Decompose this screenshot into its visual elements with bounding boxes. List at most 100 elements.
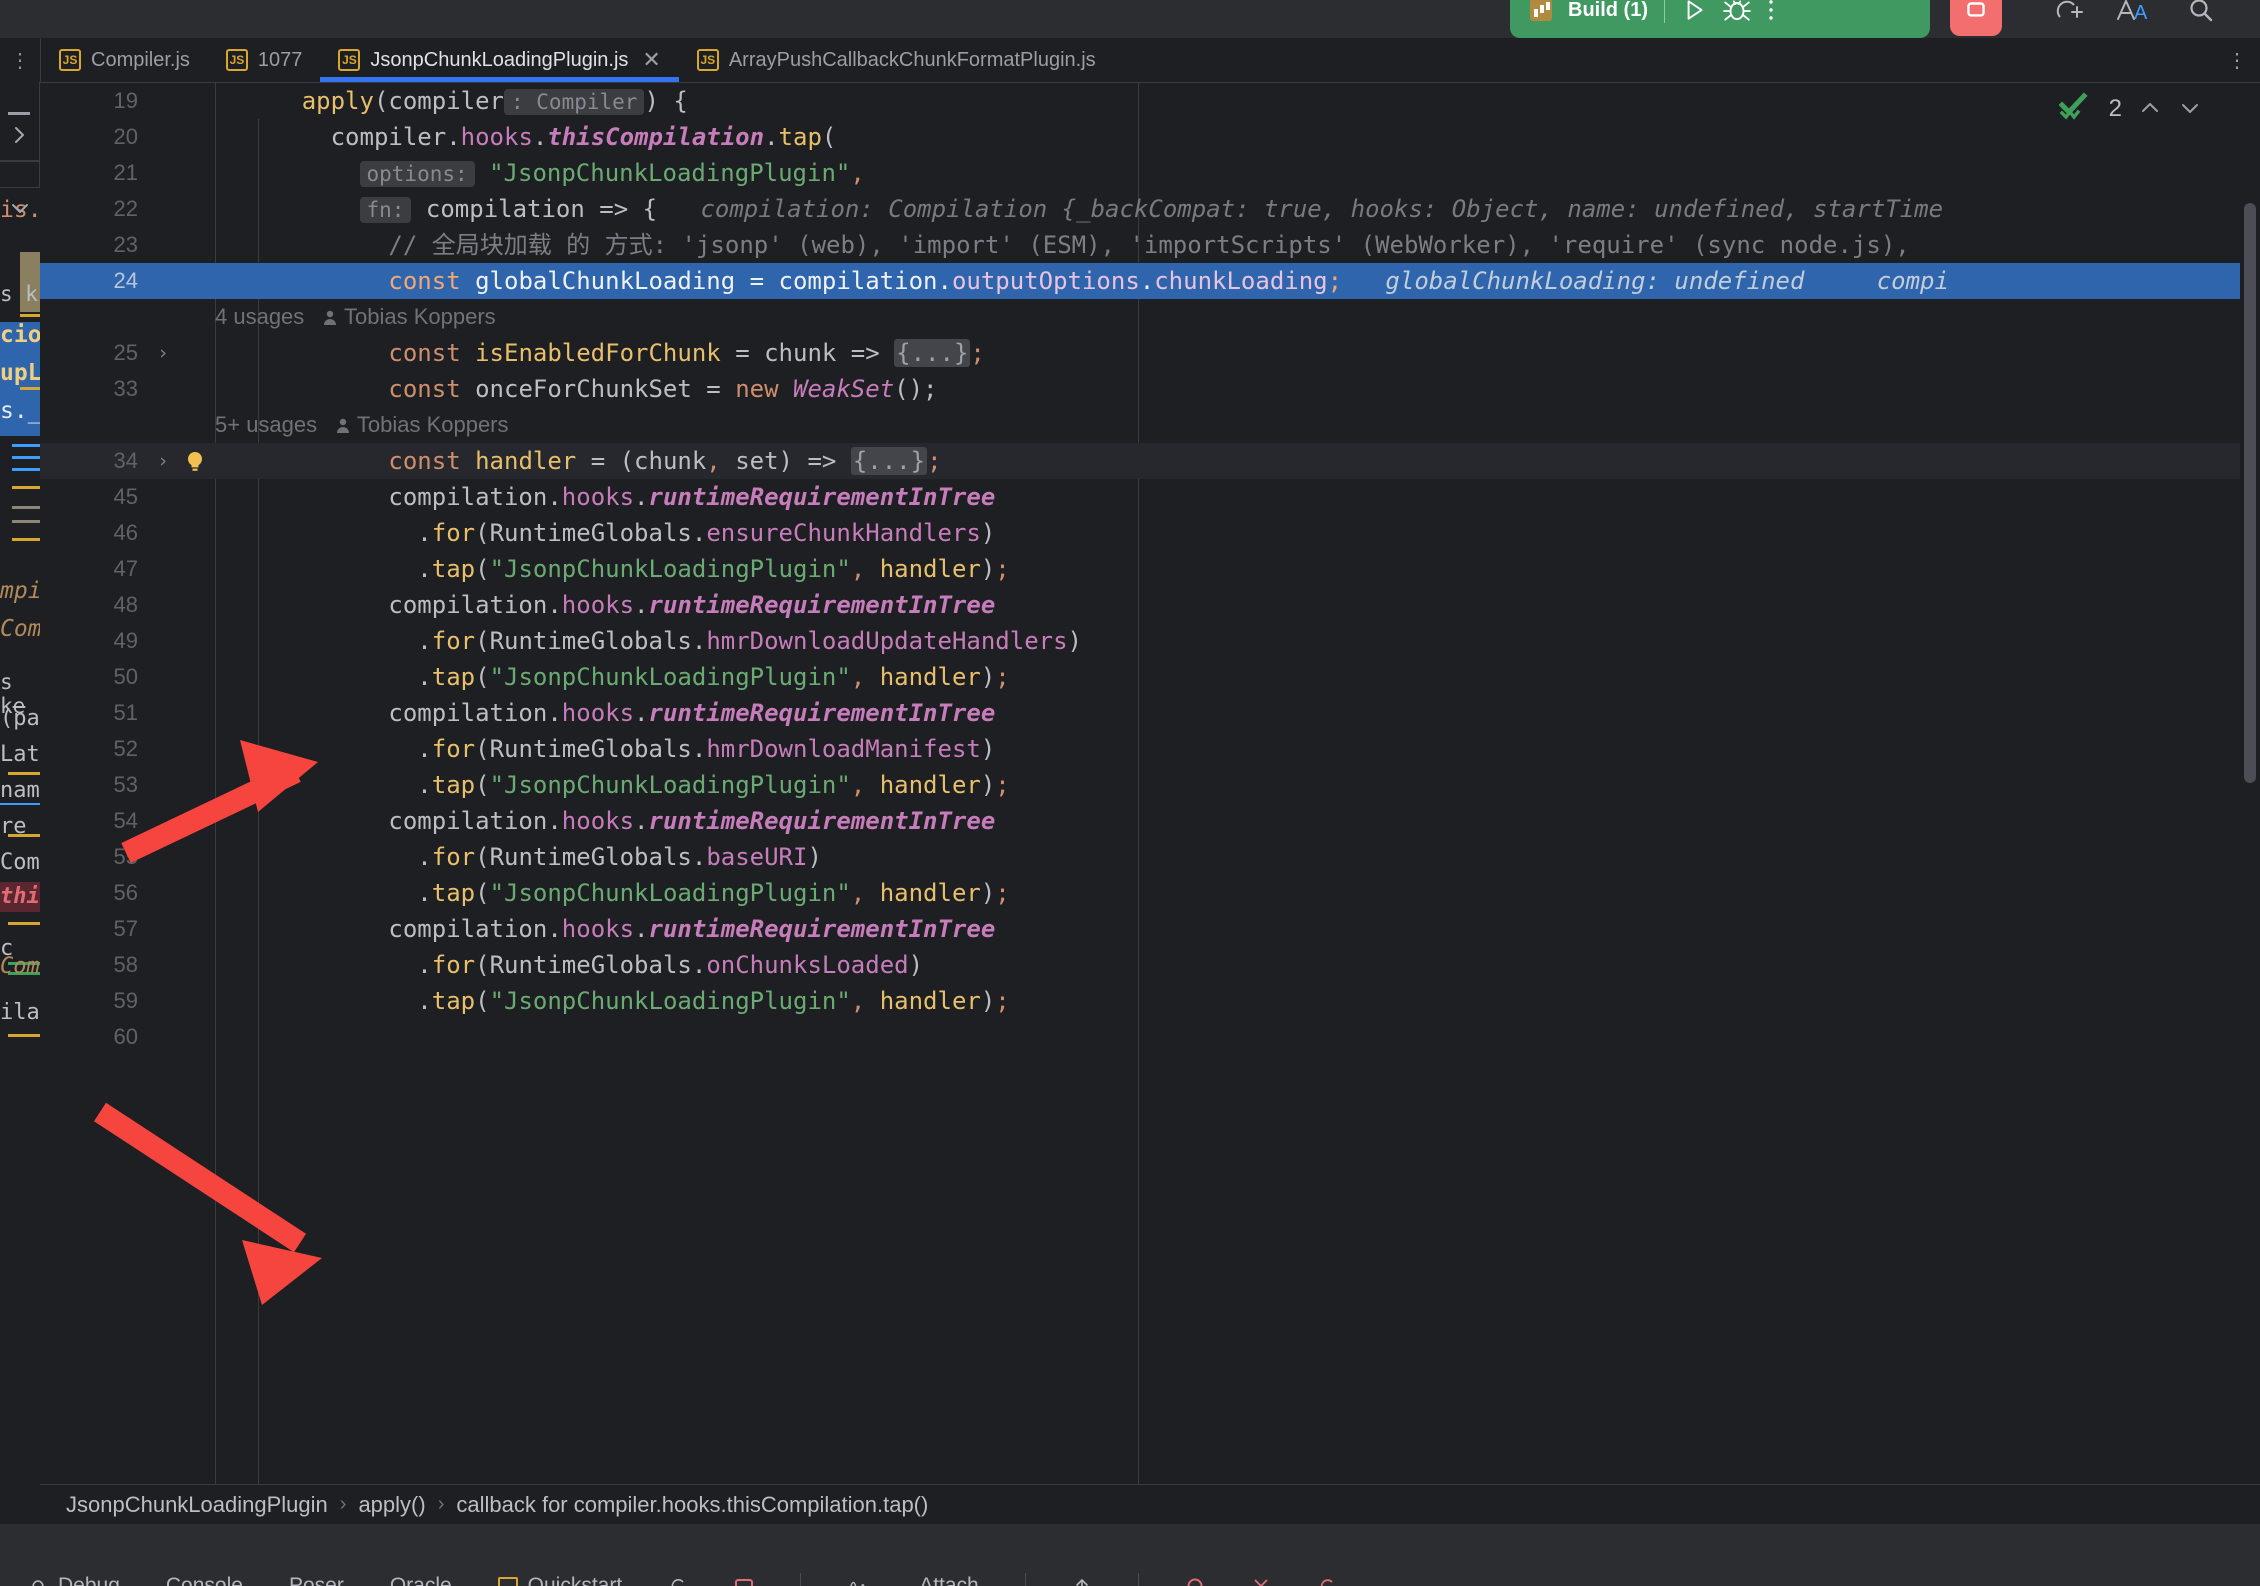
code-line-text[interactable]: .for(RuntimeGlobals.onChunksLoaded) bbox=[215, 947, 923, 983]
editor-scrollbar[interactable] bbox=[2240, 83, 2260, 1484]
code-line-text[interactable]: .tap("JsonpChunkLoadingPlugin", handler)… bbox=[215, 551, 1010, 587]
bottom-item-refresh[interactable] bbox=[668, 1576, 688, 1586]
code-line-text[interactable]: // 全局块加载 的 方式: 'jsonp' (web), 'import' (… bbox=[215, 227, 1910, 263]
code-editor[interactable]: 19 apply(compiler: Compiler) {20 compile… bbox=[40, 82, 2260, 1484]
code-line[interactable]: 53 .tap("JsonpChunkLoadingPlugin", handl… bbox=[40, 767, 2260, 803]
collapse-chevron-icon[interactable] bbox=[0, 188, 40, 228]
usages-annotation[interactable]: 5+ usages Tobias Koppers bbox=[215, 407, 509, 443]
bottom-item-oracle[interactable]: Oracle bbox=[390, 1574, 452, 1586]
more-actions-icon[interactable] bbox=[1767, 0, 1775, 23]
bottom-item-quickstart[interactable]: Quickstart bbox=[498, 1574, 623, 1586]
run-icon[interactable] bbox=[1681, 0, 1707, 23]
code-line[interactable]: 48 compilation.hooks.runtimeRequirementI… bbox=[40, 587, 2260, 623]
code-line[interactable]: 51 compilation.hooks.runtimeRequirementI… bbox=[40, 695, 2260, 731]
usages-annotation[interactable]: 4 usages Tobias Koppers bbox=[215, 299, 496, 335]
editor-tab[interactable]: JSJsonpChunkLoadingPlugin.js✕ bbox=[320, 38, 678, 82]
breadcrumb-item[interactable]: callback for compiler.hooks.thisCompilat… bbox=[456, 1492, 928, 1518]
code-line[interactable]: 25› const isEnabledForChunk = chunk => {… bbox=[40, 335, 2260, 371]
run-configuration-widget[interactable]: Build (1) bbox=[1510, 0, 1930, 38]
code-fold-icon[interactable]: › bbox=[152, 443, 174, 479]
code-lines[interactable]: 19 apply(compiler: Compiler) {20 compile… bbox=[40, 83, 2260, 1484]
bottom-item-poser[interactable]: Poser bbox=[289, 1574, 344, 1586]
code-line-text[interactable]: .for(RuntimeGlobals.hmrDownloadManifest) bbox=[215, 731, 995, 767]
translate-icon[interactable]: A bbox=[2108, 0, 2154, 34]
code-line-text[interactable]: .for(RuntimeGlobals.hmrDownloadUpdateHan… bbox=[215, 623, 1082, 659]
code-line-text[interactable]: compilation.hooks.runtimeRequirementInTr… bbox=[215, 587, 995, 623]
bottom-item-git[interactable] bbox=[1317, 1576, 1337, 1586]
code-line[interactable]: 20 compiler.hooks.thisCompilation.tap( bbox=[40, 119, 2260, 155]
code-line-text[interactable]: options: "JsonpChunkLoadingPlugin", bbox=[215, 155, 865, 192]
code-line[interactable]: 49 .for(RuntimeGlobals.hmrDownloadUpdate… bbox=[40, 623, 2260, 659]
usages-count[interactable]: 5+ usages bbox=[215, 412, 317, 437]
bottom-item-debug[interactable]: Debug bbox=[28, 1574, 120, 1586]
bottom-item-problems[interactable] bbox=[1185, 1576, 1205, 1586]
code-line-text[interactable]: const globalChunkLoading = compilation.o… bbox=[215, 263, 1949, 299]
code-line[interactable]: 60 bbox=[40, 1019, 2260, 1055]
code-line[interactable]: 21 options: "JsonpChunkLoadingPlugin", bbox=[40, 155, 2260, 191]
code-line-text[interactable]: const handler = (chunk, set) => {...}; bbox=[215, 443, 942, 479]
code-line[interactable]: 19 apply(compiler: Compiler) { bbox=[40, 83, 2260, 119]
code-line[interactable]: 58 .for(RuntimeGlobals.onChunksLoaded) bbox=[40, 947, 2260, 983]
stop-button[interactable] bbox=[1950, 0, 2002, 36]
editor-tab[interactable]: JSArrayPushCallbackChunkFormatPlugin.js bbox=[679, 38, 1114, 82]
breadcrumb-item[interactable]: apply() bbox=[358, 1492, 425, 1518]
code-line[interactable]: 24 const globalChunkLoading = compilatio… bbox=[40, 263, 2260, 299]
bottom-item-attach[interactable]: Attach bbox=[919, 1574, 979, 1586]
code-line-text[interactable]: compilation.hooks.runtimeRequirementInTr… bbox=[215, 479, 995, 515]
code-line[interactable]: 34› const handler = (chunk, set) => {...… bbox=[40, 443, 2260, 479]
code-line-text[interactable]: const isEnabledForChunk = chunk => {...}… bbox=[215, 335, 985, 371]
code-line-text[interactable]: fn: compilation => { compilation: Compil… bbox=[215, 191, 1943, 228]
chevron-up-icon[interactable] bbox=[2138, 96, 2162, 122]
code-fold-icon[interactable]: › bbox=[152, 335, 174, 371]
breadcrumb[interactable]: JsonpChunkLoadingPlugin›apply()›callback… bbox=[40, 1484, 2260, 1524]
code-line-text[interactable]: .tap("JsonpChunkLoadingPlugin", handler)… bbox=[215, 659, 1010, 695]
code-line[interactable]: 56 .tap("JsonpChunkLoadingPlugin", handl… bbox=[40, 875, 2260, 911]
code-line[interactable]: 33 const onceForChunkSet = new WeakSet()… bbox=[40, 371, 2260, 407]
inspection-widget[interactable]: 2 bbox=[2059, 91, 2202, 126]
code-line-text[interactable]: .tap("JsonpChunkLoadingPlugin", handler)… bbox=[215, 875, 1010, 911]
code-line-text[interactable]: .tap("JsonpChunkLoadingPlugin", handler)… bbox=[215, 767, 1010, 803]
editor-tab[interactable]: JS1077 bbox=[208, 38, 321, 82]
add-user-icon[interactable] bbox=[2048, 0, 2094, 34]
tab-close-icon[interactable]: ✕ bbox=[642, 49, 660, 71]
debug-icon[interactable] bbox=[1723, 0, 1751, 23]
tab-left-overflow-icon[interactable]: ⋮ bbox=[0, 38, 40, 82]
editor-tab[interactable]: JSCompiler.js bbox=[41, 38, 208, 82]
code-line[interactable]: 54 compilation.hooks.runtimeRequirementI… bbox=[40, 803, 2260, 839]
bottom-item-console[interactable]: Console bbox=[166, 1574, 243, 1586]
code-line[interactable]: 23 // 全局块加载 的 方式: 'jsonp' (web), 'import… bbox=[40, 227, 2260, 263]
code-annotation-row[interactable]: 4 usages Tobias Koppers bbox=[40, 299, 2260, 335]
usages-count[interactable]: 4 usages bbox=[215, 304, 304, 329]
code-line[interactable]: 50 .tap("JsonpChunkLoadingPlugin", handl… bbox=[40, 659, 2260, 695]
code-line-text[interactable]: .for(RuntimeGlobals.baseURI) bbox=[215, 839, 822, 875]
code-line-text[interactable]: apply(compiler: Compiler) { bbox=[215, 83, 688, 120]
bottom-item-cut[interactable] bbox=[1251, 1576, 1271, 1586]
code-annotation-row[interactable]: 5+ usages Tobias Koppers bbox=[40, 407, 2260, 443]
tab-options-icon[interactable]: ⋮ bbox=[2214, 38, 2260, 82]
code-line[interactable]: 47 .tap("JsonpChunkLoadingPlugin", handl… bbox=[40, 551, 2260, 587]
code-line[interactable]: 59 .tap("JsonpChunkLoadingPlugin", handl… bbox=[40, 983, 2260, 1019]
author-name[interactable]: Tobias Koppers bbox=[335, 412, 508, 437]
code-line-text[interactable]: .tap("JsonpChunkLoadingPlugin", handler)… bbox=[215, 983, 1010, 1019]
bottom-item-upload[interactable] bbox=[1072, 1576, 1092, 1586]
code-line-text[interactable]: .for(RuntimeGlobals.ensureChunkHandlers) bbox=[215, 515, 995, 551]
code-line-text[interactable]: compiler.hooks.thisCompilation.tap( bbox=[215, 119, 836, 155]
bottom-item-profiler[interactable] bbox=[847, 1577, 873, 1586]
code-line[interactable]: 45 compilation.hooks.runtimeRequirementI… bbox=[40, 479, 2260, 515]
search-icon[interactable] bbox=[2178, 0, 2224, 34]
code-line[interactable]: 46 .for(RuntimeGlobals.ensureChunkHandle… bbox=[40, 515, 2260, 551]
breadcrumb-item[interactable]: JsonpChunkLoadingPlugin bbox=[66, 1492, 328, 1518]
code-line[interactable]: 57 compilation.hooks.runtimeRequirementI… bbox=[40, 911, 2260, 947]
code-line[interactable]: 22 fn: compilation => { compilation: Com… bbox=[40, 191, 2260, 227]
code-line-text[interactable]: compilation.hooks.runtimeRequirementInTr… bbox=[215, 803, 995, 839]
author-name[interactable]: Tobias Koppers bbox=[322, 304, 495, 329]
intention-bulb-icon[interactable] bbox=[182, 449, 208, 475]
code-line-text[interactable]: const onceForChunkSet = new WeakSet(); bbox=[215, 371, 938, 407]
code-line-text[interactable]: compilation.hooks.runtimeRequirementInTr… bbox=[215, 695, 995, 731]
code-line[interactable]: 52 .for(RuntimeGlobals.hmrDownloadManife… bbox=[40, 731, 2260, 767]
bottom-item-terminal[interactable] bbox=[734, 1578, 754, 1586]
code-line-text[interactable]: compilation.hooks.runtimeRequirementInTr… bbox=[215, 911, 995, 947]
expand-panel-icon[interactable] bbox=[0, 82, 40, 188]
scrollbar-thumb[interactable] bbox=[2244, 203, 2256, 783]
chevron-down-icon[interactable] bbox=[2178, 96, 2202, 122]
